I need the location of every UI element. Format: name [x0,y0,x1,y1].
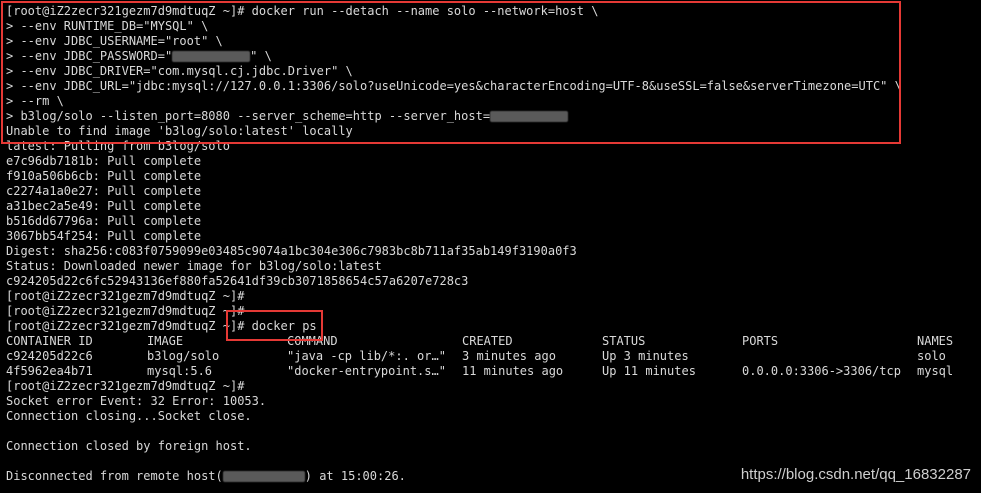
terminal-line: Connection closed by foreign host. [6,439,252,453]
redacted-remote-host-mask [222,471,305,482]
ps-cell-names: mysql [917,364,954,378]
ps-header-container-id: CONTAINER ID [6,334,93,348]
disconnected-suffix: ) at 15:00:26. [304,469,406,483]
terminal-line: 3067bb54f254: Pull complete [6,229,202,243]
redacted-password-mask [172,51,251,62]
terminal-line: c924205d22c6fc52943136ef880fa52641df39cb… [6,274,469,288]
ps-cell-status: Up 3 minutes [602,349,689,363]
terminal-window[interactable]: [root@iZ2zecr321gezm7d9mdtuqZ ~]# docker… [0,0,981,493]
ps-cell-command: "java -cp lib/*:. or…" [287,349,446,363]
ps-cell-created: 3 minutes ago [462,349,556,363]
ps-cell-image: b3log/solo [147,349,220,363]
terminal-line-password: > --env JDBC_PASSWORD=" " \ [6,49,272,64]
ps-header-image: IMAGE [147,334,184,348]
terminal-line-server-host: > b3log/solo --listen_port=8080 --server… [6,109,569,124]
ps-cell-image: mysql:5.6 [147,364,213,378]
terminal-line: f910a506b6cb: Pull complete [6,169,202,183]
terminal-line: > --env JDBC_URL="jdbc:mysql://127.0.0.1… [6,79,902,93]
terminal-line: a31bec2a5e49: Pull complete [6,199,202,213]
disconnected-prefix: Disconnected from remote host( [6,469,223,483]
password-suffix: " \ [250,49,272,63]
ps-cell-command: "docker-entrypoint.s…" [287,364,446,378]
ps-header-command: COMMAND [287,334,338,348]
terminal-line: > --rm \ [6,94,64,108]
ps-cell-ports: 0.0.0.0:3306->3306/tcp [742,364,901,378]
ps-header-status: STATUS [602,334,646,348]
terminal-line: > --env JDBC_DRIVER="com.mysql.cj.jdbc.D… [6,64,353,78]
terminal-line: latest: Pulling from b3log/solo [6,139,230,153]
terminal-line: Digest: sha256:c083f0759099e03485c9074a1… [6,244,577,258]
terminal-line: [root@iZ2zecr321gezm7d9mdtuqZ ~]# [6,304,245,318]
terminal-line: Unable to find image 'b3log/solo:latest'… [6,124,353,138]
password-prefix: > --env JDBC_PASSWORD=" [6,49,173,63]
ps-cell-status: Up 11 minutes [602,364,696,378]
ps-header-names: NAMES [917,334,954,348]
ps-header-ports: PORTS [742,334,779,348]
watermark-url: https://blog.csdn.net/qq_16832287 [740,466,971,483]
ps-header-created: CREATED [462,334,513,348]
terminal-line: Status: Downloaded newer image for b3log… [6,259,382,273]
terminal-line: [root@iZ2zecr321gezm7d9mdtuqZ ~]# docker… [6,4,599,18]
terminal-line-disconnected: Disconnected from remote host( ) at 15:00… [6,469,406,484]
redacted-host-mask [490,111,569,122]
ps-cell-names: solo [917,349,946,363]
terminal-line: > --env JDBC_USERNAME="root" \ [6,34,223,48]
terminal-line: b516dd67796a: Pull complete [6,214,202,228]
ps-cell-container-id: c924205d22c6 [6,349,93,363]
server-host-prefix: > b3log/solo --listen_port=8080 --server… [6,109,491,123]
terminal-line: > --env RUNTIME_DB="MYSQL" \ [6,19,209,33]
terminal-line: [root@iZ2zecr321gezm7d9mdtuqZ ~]# docker… [6,319,317,333]
terminal-line: Socket error Event: 32 Error: 10053. [6,394,267,408]
terminal-line: Connection closing...Socket close. [6,409,252,423]
ps-cell-created: 11 minutes ago [462,364,564,378]
terminal-line: [root@iZ2zecr321gezm7d9mdtuqZ ~]# [6,379,245,393]
ps-cell-container-id: 4f5962ea4b71 [6,364,93,378]
terminal-line: [root@iZ2zecr321gezm7d9mdtuqZ ~]# [6,289,245,303]
terminal-line: e7c96db7181b: Pull complete [6,154,202,168]
terminal-line: c2274a1a0e27: Pull complete [6,184,202,198]
